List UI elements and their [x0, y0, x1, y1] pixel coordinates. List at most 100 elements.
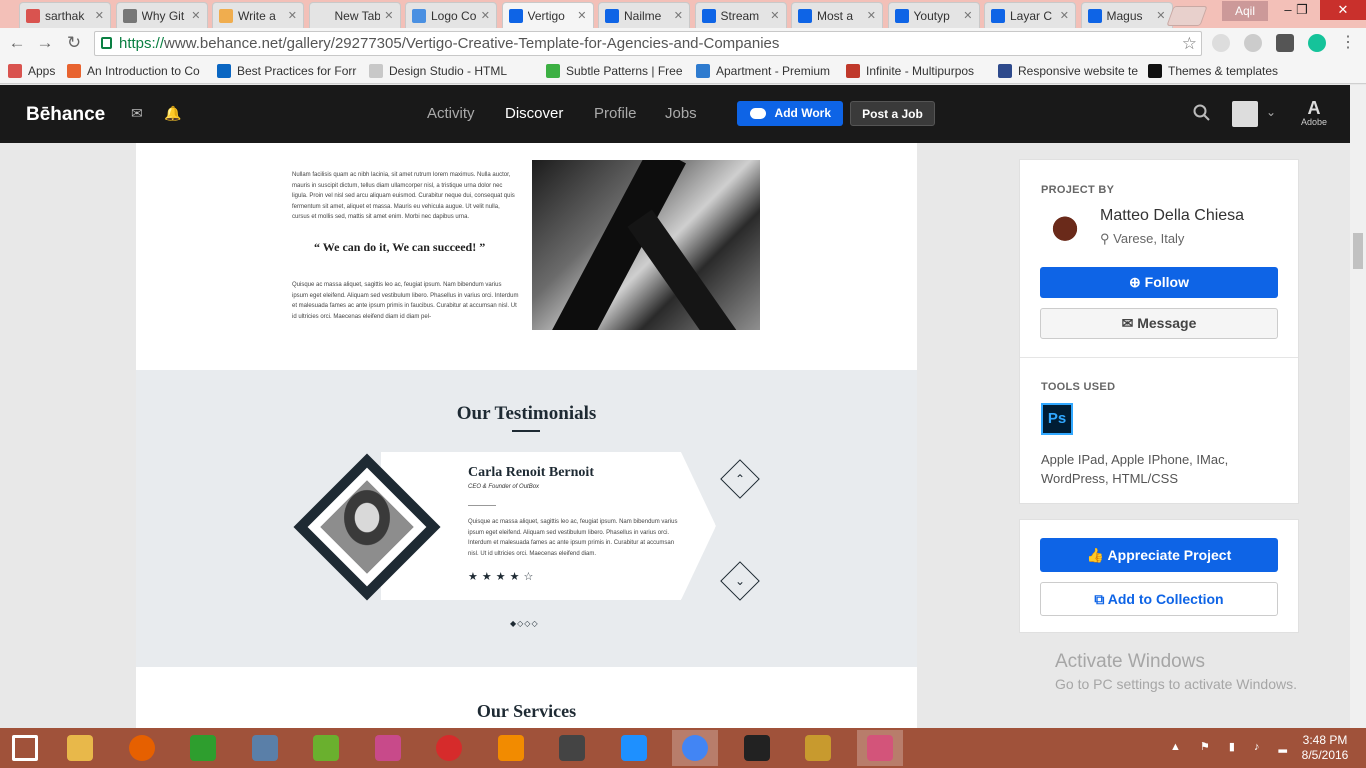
extension-icon[interactable]: [1212, 34, 1230, 52]
maximize-button[interactable]: ❐: [1284, 0, 1320, 20]
back-icon[interactable]: ←: [6, 32, 28, 54]
frog-icon[interactable]: [303, 730, 349, 766]
tab-9[interactable]: Youtyp ✕: [887, 2, 980, 28]
message-button[interactable]: ✉ Message: [1040, 308, 1278, 339]
close-tab-icon[interactable]: ✕: [95, 9, 104, 22]
tab-0[interactable]: sarthak ✕: [19, 2, 111, 28]
store-icon[interactable]: [180, 730, 226, 766]
tab-11[interactable]: Magus ✕: [1080, 2, 1173, 28]
follow-button[interactable]: ⊕ Follow: [1040, 267, 1278, 298]
sublime-icon[interactable]: [549, 730, 595, 766]
location-pin-icon: ⚲: [1100, 231, 1114, 246]
vlc-icon[interactable]: [488, 730, 534, 766]
post-job-button[interactable]: Post a Job: [850, 101, 935, 126]
stack-icon[interactable]: [795, 730, 841, 766]
terminal-icon[interactable]: [734, 730, 780, 766]
bookmark-item[interactable]: Design Studio - HTML: [369, 62, 539, 80]
slider-dots[interactable]: ◆◇◇◇: [510, 619, 539, 628]
ie-icon[interactable]: [611, 730, 657, 766]
close-tab-icon[interactable]: ✕: [963, 9, 972, 22]
mail-icon[interactable]: [242, 730, 288, 766]
search-icon[interactable]: [1193, 104, 1211, 122]
adobe-logo[interactable]: A Adobe: [1300, 99, 1328, 127]
close-tab-icon[interactable]: ✕: [1156, 9, 1165, 22]
bookmark-item[interactable]: Subtle Patterns | Free: [546, 62, 686, 80]
mail-icon[interactable]: ✉: [131, 105, 147, 121]
close-tab-icon[interactable]: ✕: [191, 9, 200, 22]
menu-icon[interactable]: ⋮: [1340, 34, 1358, 52]
tab-1[interactable]: Why Git ✕: [115, 2, 208, 28]
tab-5[interactable]: Vertigo ✕: [501, 2, 594, 28]
tab-7[interactable]: Stream ✕: [694, 2, 787, 28]
appreciate-project-button[interactable]: 👍 Appreciate Project: [1040, 538, 1278, 572]
owner-name[interactable]: Matteo Della Chiesa: [1100, 207, 1244, 225]
extension-icon[interactable]: [1276, 34, 1294, 52]
app-glyph: [682, 735, 708, 761]
bookmarks-bar: Apps An Introduction to Co Best Practices …: [0, 58, 1366, 84]
vertical-scrollbar[interactable]: [1350, 85, 1366, 728]
close-tab-icon[interactable]: ✕: [481, 9, 490, 22]
prev-arrow-button[interactable]: ⌃: [720, 459, 760, 499]
system-clock[interactable]: 3:48 PM 8/5/2016: [1295, 733, 1355, 763]
nav-activity[interactable]: Activity: [427, 105, 475, 122]
opera-icon[interactable]: [426, 730, 472, 766]
close-tab-icon[interactable]: ✕: [577, 9, 586, 22]
firefox-icon[interactable]: [119, 730, 165, 766]
owner-avatar[interactable]: [1042, 208, 1088, 254]
address-bar[interactable]: https://www.behance.net/gallery/29277305…: [94, 31, 1202, 56]
app-glyph: [12, 735, 38, 761]
tab-2[interactable]: Write a ✕: [212, 2, 304, 28]
tab-10[interactable]: Layar C ✕: [984, 2, 1076, 28]
tab-4[interactable]: Logo Co ✕: [405, 2, 497, 28]
close-tab-icon[interactable]: ✕: [674, 9, 683, 22]
bookmark-favicon-icon: [546, 64, 560, 78]
grammarly-icon[interactable]: [1308, 34, 1326, 52]
close-tab-icon[interactable]: ✕: [1060, 9, 1069, 22]
behance-logo[interactable]: Bēhance: [26, 104, 105, 126]
windows-icon[interactable]: [2, 730, 48, 766]
envelope-icon: ✉: [1121, 315, 1138, 331]
nav-jobs[interactable]: Jobs: [665, 105, 697, 122]
bookmark-star-icon[interactable]: ☆: [1182, 32, 1197, 55]
scrollbar-thumb[interactable]: [1353, 233, 1363, 269]
tab-6[interactable]: Nailme ✕: [598, 2, 690, 28]
bell-icon[interactable]: 🔔: [164, 105, 181, 121]
avatar[interactable]: [1232, 101, 1258, 127]
bookmark-item[interactable]: Apartment - Premium: [696, 62, 836, 80]
chrome-icon[interactable]: [672, 730, 718, 766]
add-to-collection-button[interactable]: ⧉ Add to Collection: [1040, 582, 1278, 616]
bookmark-item[interactable]: Infinite - Multipurpos: [846, 62, 986, 80]
tab-8[interactable]: Most a ✕: [791, 2, 883, 28]
star-rating: ★★★★☆: [468, 571, 538, 583]
forward-icon[interactable]: →: [34, 32, 56, 54]
next-arrow-button[interactable]: ⌄: [720, 561, 760, 601]
divider: [468, 505, 496, 506]
app-glyph: [251, 735, 278, 761]
bookmark-item[interactable]: Apps: [8, 62, 58, 80]
profile-name[interactable]: Aqil: [1222, 1, 1268, 21]
new-tab-button[interactable]: [1166, 6, 1208, 26]
close-tab-icon[interactable]: ✕: [288, 9, 297, 22]
bookmark-item[interactable]: Themes & templates: [1148, 62, 1313, 80]
close-tab-icon[interactable]: ✕: [867, 9, 876, 22]
reload-icon[interactable]: ↻: [63, 32, 85, 54]
chevron-down-icon[interactable]: ⌄: [1266, 105, 1276, 119]
nav-profile[interactable]: Profile: [594, 105, 637, 122]
close-tab-icon[interactable]: ✕: [770, 9, 779, 22]
paint-icon[interactable]: [365, 730, 411, 766]
file-explorer-icon[interactable]: [57, 730, 103, 766]
message-label: Message: [1137, 315, 1197, 331]
gitkraken-icon[interactable]: [856, 730, 903, 766]
bookmark-item[interactable]: An Introduction to Co: [67, 62, 207, 80]
extension-icon[interactable]: [1244, 34, 1262, 52]
nav-discover[interactable]: Discover: [505, 105, 563, 122]
bookmark-item[interactable]: Responsive website te: [998, 62, 1138, 80]
close-window-button[interactable]: ✕: [1320, 0, 1366, 20]
add-work-button[interactable]: Add Work: [737, 101, 843, 126]
app-glyph: [866, 735, 893, 761]
photoshop-icon[interactable]: Ps: [1041, 403, 1073, 435]
system-tray[interactable]: ▲ ⚑ ▮ ♪ ▂: [1170, 740, 1295, 753]
bookmark-item[interactable]: Best Practices for Forr: [217, 62, 362, 80]
close-tab-icon[interactable]: ✕: [384, 9, 393, 22]
tab-3[interactable]: New Tab ✕: [308, 2, 401, 28]
